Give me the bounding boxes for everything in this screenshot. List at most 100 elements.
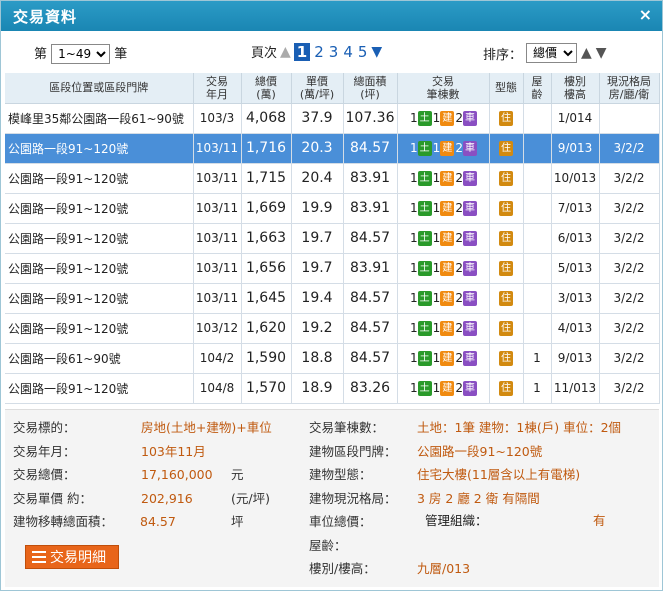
age-cell <box>523 193 552 224</box>
transaction-detail-button[interactable]: 交易明細 <box>25 545 119 569</box>
building-count: 1 <box>432 261 441 275</box>
area-cell: 107.36 <box>343 103 398 134</box>
date-cell: 103/11 <box>193 223 242 254</box>
land-count: 1 <box>410 381 418 395</box>
layout-cell: 3/2/2 <box>599 193 660 224</box>
address-cell: 公園路一段91~120號 <box>5 223 194 254</box>
table-row[interactable]: 公園路一段91~120號 104/8 1,570 18.9 83.26 1 土 1 建 2 車住 1 1… <box>5 373 660 404</box>
total-price-cell: 1,570 <box>241 373 292 404</box>
building-tag: 建 <box>440 200 455 216</box>
parking-count: 2 <box>455 351 463 365</box>
detail-label: 交易總價： <box>13 467 76 482</box>
land-count: 1 <box>410 261 418 275</box>
age-cell: 1 <box>523 343 552 374</box>
page-link-1[interactable]: 1 <box>293 42 311 61</box>
table-body: 模峰里35鄰公園路一段61~90號 103/3 4,068 37.9 107.36 1 土 1… <box>5 103 660 404</box>
column-header[interactable]: 樓別 樓高 <box>551 73 600 104</box>
column-header[interactable]: 現況格局 房/廳/衛 <box>599 73 660 104</box>
date-cell: 103/11 <box>193 193 242 224</box>
window-title: 交易資料 <box>13 8 78 26</box>
detail-line: 建物型態： 住宅大樓(11層含以上有電梯) <box>309 463 649 487</box>
address-cell: 公園路一段91~120號 <box>5 283 194 314</box>
detail-label: 樓別/樓高： <box>309 561 376 576</box>
detail-value: 103年11月 <box>141 443 206 459</box>
unit-price-cell: 18.8 <box>291 343 344 374</box>
total-price-cell: 1,620 <box>241 313 292 344</box>
range-select[interactable]: 1~49 <box>51 44 111 64</box>
address-cell: 公園路一段91~120號 <box>5 373 194 404</box>
close-icon[interactable]: × <box>639 5 652 24</box>
land-count: 1 <box>410 291 418 305</box>
transaction-window: 交易資料 × 第 1~49 筆 頁次 ▲ 1 2 3 4 5 ▼ 排序： 總價 … <box>0 0 663 591</box>
detail-label: 建物區段門牌： <box>309 443 397 459</box>
age-cell: 1 <box>523 373 552 404</box>
table-row[interactable]: 模峰里35鄰公園路一段61~90號 103/3 4,068 37.9 107.36 1 土 1… <box>5 103 660 134</box>
detail-line: 交易標的： 房地(土地+建物)+車位 <box>13 416 303 440</box>
detail-line: 建物區段門牌： 公園路一段91~120號 <box>309 440 649 464</box>
table-row[interactable]: 公園路一段91~120號 103/11 1,645 19.4 84.57 1 土 1 建 2 車住 3… <box>5 283 660 314</box>
detail-label: 建物現況格局： <box>309 490 397 506</box>
prev-page-icon[interactable]: ▲ <box>280 44 291 60</box>
detail-label: 屋齡： <box>309 537 347 553</box>
age-cell <box>523 163 552 194</box>
page-link-2[interactable]: 2 <box>313 43 325 61</box>
detail-left-column: 交易標的： 房地(土地+建物)+車位 交易年月： 103年11月 交易總價： 17,160… <box>13 416 303 534</box>
count-cell: 1土1建2車 <box>397 163 490 194</box>
detail-line: 樓別/樓高： 九層/013 <box>309 557 649 581</box>
area-cell: 84.57 <box>343 133 398 164</box>
column-header[interactable]: 總面積 (坪) <box>343 73 398 104</box>
layout-cell: 3/2/2 <box>599 223 660 254</box>
area-cell: 84.57 <box>343 313 398 344</box>
column-header[interactable]: 總價 (萬) <box>241 73 292 104</box>
sort-select[interactable]: 總價 <box>526 43 578 63</box>
land-tag: 土 <box>417 230 432 246</box>
building-tag: 建 <box>440 350 455 366</box>
unit-price-cell: 18.9 <box>291 373 344 404</box>
column-header[interactable]: 區段位置或區段門牌 <box>5 73 194 104</box>
table-row[interactable]: 公園路一段91~120號 103/11 1,663 19.7 84.57 1 土 1 建 2 車住 6… <box>5 223 660 254</box>
next-page-icon[interactable]: ▼ <box>371 44 382 60</box>
count-cell: 1土1建2車 <box>397 193 490 224</box>
land-tag: 土 <box>417 290 432 306</box>
table-row[interactable]: 公園路一段91~120號 103/11 1,715 20.4 83.91 1 土 1 建 2 車住 1… <box>5 163 660 194</box>
column-header[interactable]: 單價 (萬/坪) <box>291 73 344 104</box>
detail-label: 交易單價 約： <box>13 490 92 506</box>
land-count: 1 <box>410 171 418 185</box>
building-count: 1 <box>432 141 441 155</box>
parking-count: 2 <box>455 111 463 125</box>
parking-count: 2 <box>455 141 463 155</box>
page-link-4[interactable]: 4 <box>342 43 354 61</box>
building-tag: 建 <box>440 140 455 156</box>
date-cell: 103/12 <box>193 313 242 344</box>
residential-tag: 住 <box>499 170 513 186</box>
column-header[interactable]: 交易 年月 <box>193 73 242 104</box>
table-row[interactable]: 公園路一段91~120號 103/11 1,716 20.3 84.57 1 土 1 建 2 車住 9… <box>5 133 660 164</box>
count-cell: 1土1建2車 <box>397 253 490 284</box>
parking-count: 2 <box>455 321 463 335</box>
table-row[interactable]: 公園路一段91~120號 103/11 1,669 19.9 83.91 1 土 1 建 2 車住 7… <box>5 193 660 224</box>
pager-label: 頁次 <box>251 46 278 61</box>
table-row[interactable]: 公園路一段91~120號 103/12 1,620 19.2 84.57 1 土 1 建 2 車住 4… <box>5 313 660 344</box>
sort-ascending-icon[interactable]: ▲ <box>581 45 592 61</box>
title-bar: 交易資料 × <box>1 1 662 31</box>
sort-control: 排序： 總價 ▲ ▼ <box>483 43 607 63</box>
date-cell: 103/11 <box>193 163 242 194</box>
menu-icon <box>32 551 46 563</box>
residential-tag: 住 <box>499 380 513 396</box>
type-cell: 住 <box>489 253 524 284</box>
date-cell: 103/3 <box>193 103 242 134</box>
column-header[interactable]: 交易 筆棟數 <box>397 73 490 104</box>
unit-price-cell: 19.7 <box>291 253 344 284</box>
table-row[interactable]: 公園路一段91~120號 103/11 1,656 19.7 83.91 1 土 1 建 2 車住 5… <box>5 253 660 284</box>
land-count: 1 <box>410 201 418 215</box>
sort-descending-icon[interactable]: ▼ <box>596 45 607 61</box>
residential-tag: 住 <box>499 140 513 156</box>
detail-line: 建物現況格局： 3 房 2 廳 2 衛 有隔間 <box>309 487 649 511</box>
page-link-5[interactable]: 5 <box>357 43 369 61</box>
table-row[interactable]: 公園路一段61~90號 104/2 1,590 18.8 84.57 1 土 1 建 2 車住 1 9/… <box>5 343 660 374</box>
column-header[interactable]: 屋 齡 <box>523 73 552 104</box>
address-cell: 公園路一段91~120號 <box>5 313 194 344</box>
page-link-3[interactable]: 3 <box>328 43 340 61</box>
total-price-cell: 1,645 <box>241 283 292 314</box>
column-header[interactable]: 型態 <box>489 73 524 104</box>
